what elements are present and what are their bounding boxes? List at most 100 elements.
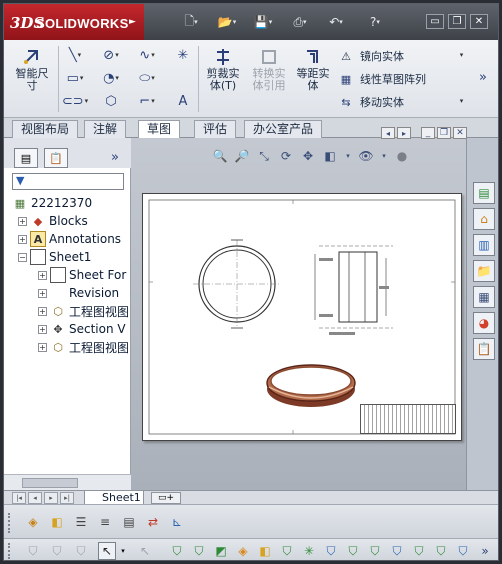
expand-icon[interactable]: + (38, 342, 47, 352)
zoom-to-fit-button[interactable]: 🔍 (211, 148, 229, 164)
tree-item-revision[interactable]: + Revision (38, 284, 130, 302)
tree-item-drawing-view[interactable]: + ⬡ 工程图视图 (38, 302, 130, 320)
arc-button[interactable]: ◔ ▾ (100, 69, 122, 87)
rectangle-button[interactable]: ▭ ▾ (64, 69, 86, 87)
doc-minimize-button[interactable]: _ (421, 127, 435, 139)
zoom-in-out-button[interactable]: ⤡ (255, 148, 273, 164)
linear-pattern-button[interactable]: ▦ 线性草图阵列 (338, 71, 426, 87)
filter-faces-button[interactable]: ◩ (212, 542, 230, 560)
circle-button[interactable]: ⊘ ▾ (100, 46, 122, 64)
line-thickness-button[interactable]: ☰ (72, 513, 90, 531)
expand-icon[interactable]: + (38, 306, 47, 316)
solidworks-resources-tab[interactable]: ▤ (473, 182, 495, 204)
prev-sheet-button[interactable]: ◂ (28, 492, 42, 504)
hide-show-button[interactable]: 👁 (357, 148, 375, 164)
filter-sketch-segments-button[interactable]: ⛉ (344, 542, 362, 560)
tree-filter-field[interactable]: ▼ (12, 173, 124, 190)
expand-icon[interactable]: + (18, 234, 27, 244)
filter-solids-button[interactable]: ◧ (256, 542, 274, 560)
appearance-button[interactable]: ● (393, 148, 411, 164)
filter-planes-button[interactable]: ✳ (300, 542, 318, 560)
ribbon-more-button[interactable]: » (472, 68, 494, 86)
mirror-entities-button[interactable]: ⚠ 镜向实体 (338, 48, 404, 64)
first-sheet-button[interactable]: |◂ (12, 492, 26, 504)
title-block[interactable] (360, 404, 456, 434)
polygon-button[interactable]: ⬡ (100, 92, 122, 110)
sheet-tab-sheet1[interactable]: Sheet1 (84, 491, 144, 505)
tree-item-annotations[interactable]: + A Annotations (18, 230, 121, 248)
feature-manager-tab[interactable]: ▤ (14, 148, 38, 168)
open-button[interactable]: 📂 ▾ (218, 14, 236, 30)
collapse-icon[interactable]: − (18, 252, 27, 262)
tree-item-sheet1[interactable]: − Sheet1 (18, 248, 91, 266)
zoom-to-area-button[interactable]: 🔎 (233, 148, 251, 164)
section-view[interactable] (314, 245, 393, 335)
tab-annotation[interactable]: 注解 (84, 120, 127, 138)
filter-axes-button[interactable]: ⛉ (278, 542, 296, 560)
undo-button[interactable]: ↶ ▾ (327, 14, 345, 30)
tree-item-section-view[interactable]: + ✥ Section V (38, 320, 130, 338)
prev-window-button[interactable]: ◂ (381, 127, 395, 139)
design-library-tab[interactable]: ▥ (473, 234, 495, 256)
tab-office-products[interactable]: 办公室产品 (244, 120, 323, 138)
last-sheet-button[interactable]: ▸| (60, 492, 74, 504)
filter-center-marks-button[interactable]: ⛉ (388, 542, 406, 560)
restore-button[interactable]: ❐ (448, 14, 466, 29)
rotate-view-button[interactable]: ⟳ (277, 148, 295, 164)
tab-view-layout[interactable]: 视图布局 (12, 120, 79, 138)
home-tab[interactable]: ⌂ (473, 208, 495, 230)
display-style-dropdown[interactable]: ▾ (343, 148, 353, 164)
fillet-button[interactable]: ⌐ ▾ (136, 92, 158, 110)
offset-entities-button[interactable]: 等距实 体 (292, 48, 334, 92)
next-sheet-button[interactable]: ▸ (44, 492, 58, 504)
custom-properties-tab[interactable]: 📋 (473, 338, 495, 360)
convert-entities-button[interactable]: 转换实 体引用 (248, 48, 290, 92)
expand-icon[interactable]: + (38, 288, 47, 298)
text-tool-button[interactable]: A (172, 92, 194, 110)
filter-centerlines-button[interactable]: ⛉ (410, 542, 428, 560)
front-view[interactable] (193, 239, 281, 329)
filter-toggle-button[interactable]: ⛉ (24, 542, 42, 560)
horizontal-scrollbar[interactable] (4, 474, 131, 490)
layer-properties-button[interactable]: ◈ (24, 513, 42, 531)
linear-pattern-dropdown[interactable]: ▾ (450, 46, 472, 64)
move-entities-button[interactable]: ⇆ 移动实体 (338, 94, 404, 110)
expand-icon[interactable]: + (18, 216, 27, 226)
slot-button[interactable]: ⊂⊃ ▾ (62, 92, 88, 110)
property-manager-tab[interactable]: 📋 (44, 148, 68, 168)
filter-dimensions-button[interactable]: ⛉ (432, 542, 450, 560)
tab-evaluate[interactable]: 评估 (194, 120, 237, 138)
filter-clear-button[interactable]: ⛉ (72, 542, 90, 560)
tree-item-blocks[interactable]: + ◆ Blocks (18, 212, 88, 230)
minimize-button[interactable]: ▭ (426, 14, 444, 29)
add-sheet-button[interactable]: ▭+ (151, 492, 181, 504)
display-style-button[interactable]: ◧ (321, 148, 339, 164)
drawing-sheet[interactable] (142, 193, 462, 441)
next-window-button[interactable]: ▸ (397, 127, 411, 139)
view-palette-tab[interactable]: ▦ (473, 286, 495, 308)
graphics-area[interactable]: ◂ ▸ _ ❐ ✕ 🔍 🔎 ⤡ ⟳ ✥ ◧ ▾ 👁 ▾ ● (131, 127, 467, 490)
spline-button[interactable]: ∿ ▾ (136, 46, 158, 64)
move-dropdown[interactable]: ▾ (450, 92, 472, 110)
isometric-ring-view[interactable] (263, 359, 359, 411)
doc-restore-button[interactable]: ❐ (437, 127, 451, 139)
color-display-mode-button[interactable]: ⇄ (144, 513, 162, 531)
hide-show-dropdown[interactable]: ▾ (379, 148, 389, 164)
line-style-button[interactable]: ≡ (96, 513, 114, 531)
scrollbar-thumb[interactable] (22, 478, 78, 488)
pan-button[interactable]: ✥ (299, 148, 317, 164)
filter-edges-button[interactable]: ⛉ (190, 542, 208, 560)
trim-entities-button[interactable]: 剪裁实 体(T) (202, 48, 244, 92)
toolbar-grip[interactable] (8, 543, 11, 559)
select-button[interactable]: ↖ (98, 542, 116, 560)
panel-expand-button[interactable]: » (104, 148, 126, 166)
filter-surfaces-button[interactable]: ◈ (234, 542, 252, 560)
hide-show-edges-button[interactable]: ▤ (120, 513, 138, 531)
filter-midpoints-button[interactable]: ⛉ (366, 542, 384, 560)
tree-item-drawing[interactable]: ▦ 22212370 (12, 194, 92, 212)
filter-vertices-button[interactable]: ⛉ (168, 542, 186, 560)
file-explorer-tab[interactable]: 📁 (473, 260, 495, 282)
ellipse-button[interactable]: ⬭ ▾ (136, 69, 158, 87)
filter-sketch-points-button[interactable]: ⛉ (322, 542, 340, 560)
select-dropdown[interactable]: ▾ (118, 542, 128, 560)
